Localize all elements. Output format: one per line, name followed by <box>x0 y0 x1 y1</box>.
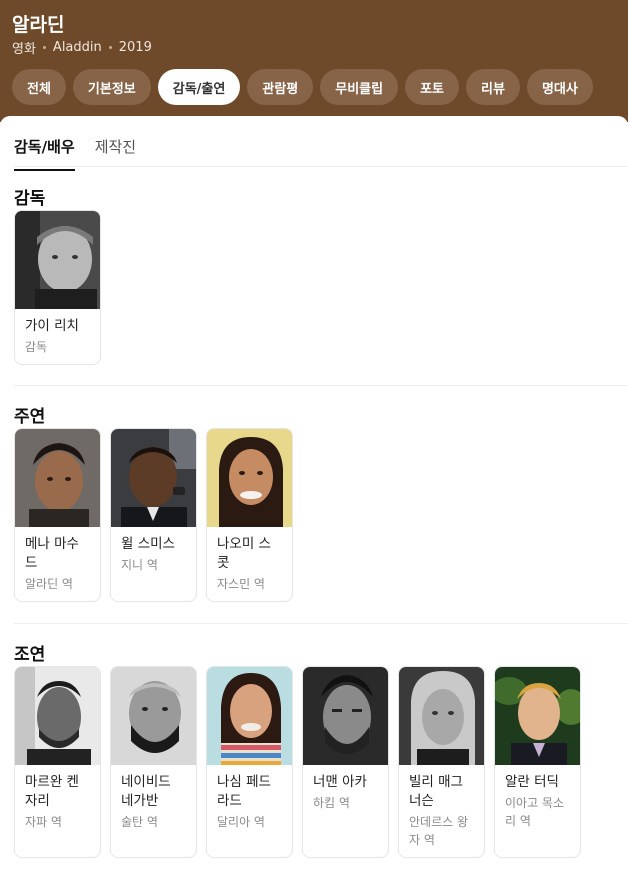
person-photo <box>207 429 292 527</box>
meta-genre: 영화 <box>12 42 36 57</box>
tab-reviews-rating[interactable]: 관람평 <box>247 69 314 105</box>
person-card[interactable]: 나심 페드라드 달리아 역 <box>206 666 293 858</box>
person-name: 나심 페드라드 <box>217 774 271 809</box>
person-photo <box>111 429 196 527</box>
person-name: 나오미 스콧 <box>217 536 271 571</box>
person-photo <box>399 667 484 765</box>
person-card[interactable]: 네이비드 네가반 술탄 역 <box>110 666 197 858</box>
tab-quotes[interactable]: 명대사 <box>526 69 593 105</box>
person-photo <box>303 667 388 765</box>
divider <box>14 385 628 386</box>
section-title-lead: 주연 <box>14 407 46 427</box>
person-card[interactable]: 가이 리치 감독 <box>14 210 101 365</box>
person-card[interactable]: 나오미 스콧 자스민 역 <box>206 428 293 602</box>
person-photo <box>495 667 580 765</box>
person-card[interactable]: 빌리 매그너슨 안데르스 왕자 역 <box>398 666 485 858</box>
supporting-list: 마르완 켄자리 자파 역 네이비드 네가반 술탄 역 나심 페드라드 달리아 역… <box>14 666 581 858</box>
content-panel: 감독/배우 제작진 감독 가이 리치 감독 주연 메나 마수드 알라딘 역 윌 … <box>0 116 628 880</box>
person-name: 알란 터딕 <box>505 774 559 790</box>
person-photo <box>15 429 100 527</box>
person-card[interactable]: 마르완 켄자리 자파 역 <box>14 666 101 858</box>
lead-list: 메나 마수드 알라딘 역 윌 스미스 지니 역 나오미 스콧 자스민 역 <box>14 428 293 602</box>
tab-movie-clips[interactable]: 무비클립 <box>320 69 399 105</box>
meta-separator <box>42 46 46 49</box>
person-role: 술탄 역 <box>121 815 158 829</box>
person-card[interactable]: 너맨 아카 하킴 역 <box>302 666 389 858</box>
tab-photos[interactable]: 포토 <box>405 69 460 105</box>
person-name: 빌리 매그너슨 <box>409 774 463 809</box>
tab-basic-info[interactable]: 기본정보 <box>72 69 151 105</box>
tab-reviews[interactable]: 리뷰 <box>466 69 520 105</box>
movie-meta: 영화 Aladdin 2019 <box>12 38 152 57</box>
person-name: 마르완 켄자리 <box>25 774 79 809</box>
person-role: 자파 역 <box>25 815 62 829</box>
section-title-supporting: 조연 <box>14 645 46 665</box>
person-role: 안데르스 왕자 역 <box>409 815 469 847</box>
director-list: 가이 리치 감독 <box>14 210 101 365</box>
person-name: 네이비드 네가반 <box>121 774 171 809</box>
meta-original-title: Aladdin <box>52 40 102 55</box>
movie-header: 알라딘 영화 Aladdin 2019 전체 기본정보 감독/출연 관람평 무비… <box>0 0 628 122</box>
person-name: 윌 스미스 <box>121 536 175 552</box>
person-role: 하킴 역 <box>313 796 350 810</box>
movie-title: 알라딘 <box>12 14 65 36</box>
person-role: 자스민 역 <box>217 577 265 591</box>
meta-separator <box>108 46 112 49</box>
tab-bar: 전체 기본정보 감독/출연 관람평 무비클립 포토 리뷰 명대사 <box>12 69 593 105</box>
section-title-director: 감독 <box>14 189 46 209</box>
person-name: 가이 리치 <box>25 318 79 334</box>
person-role: 감독 <box>25 340 48 354</box>
person-role: 이아고 목소리 역 <box>505 796 565 828</box>
tab-cast[interactable]: 감독/출연 <box>157 69 241 105</box>
person-role: 달리아 역 <box>217 815 265 829</box>
person-name: 너맨 아카 <box>313 774 367 790</box>
person-card[interactable]: 윌 스미스 지니 역 <box>110 428 197 602</box>
person-photo <box>207 667 292 765</box>
person-name: 메나 마수드 <box>25 536 79 571</box>
person-role: 지니 역 <box>121 558 158 572</box>
person-card[interactable]: 메나 마수드 알라딘 역 <box>14 428 101 602</box>
divider <box>14 623 628 624</box>
person-card[interactable]: 알란 터딕 이아고 목소리 역 <box>494 666 581 858</box>
meta-year: 2019 <box>118 40 152 55</box>
divider <box>14 166 628 167</box>
person-photo <box>111 667 196 765</box>
person-photo <box>15 211 100 309</box>
person-role: 알라딘 역 <box>25 577 73 591</box>
person-photo <box>15 667 100 765</box>
tab-all[interactable]: 전체 <box>12 69 66 105</box>
